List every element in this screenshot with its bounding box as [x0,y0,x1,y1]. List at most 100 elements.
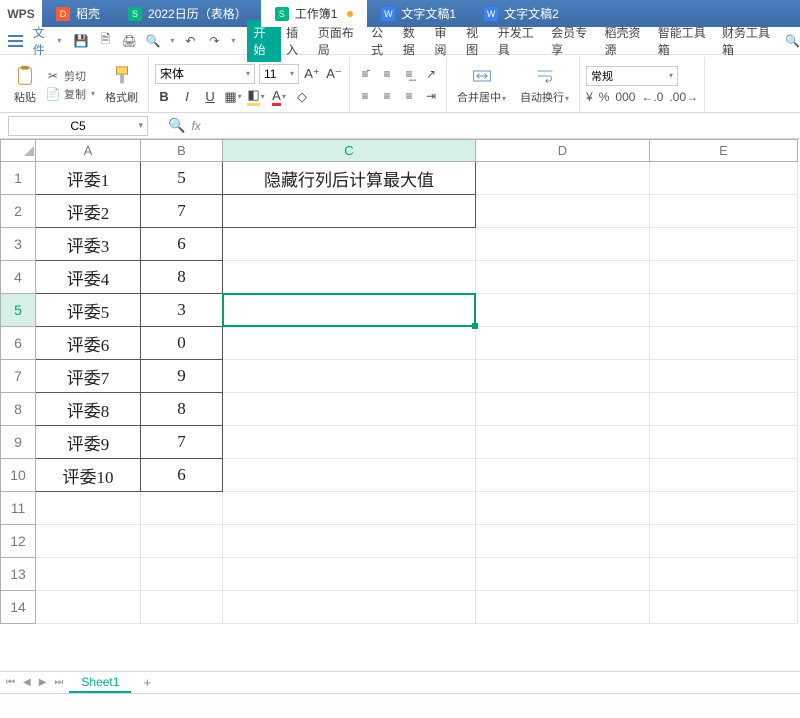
add-sheet-button[interactable]: + [135,675,159,690]
fill-color-button[interactable]: ◧▾ [247,88,265,106]
cell-D7[interactable] [476,360,650,393]
cell-B14[interactable] [141,591,223,624]
cell-D9[interactable] [476,426,650,459]
cell-D5[interactable] [476,294,650,327]
col-header-E[interactable]: E [650,140,798,162]
increase-decimal-button[interactable]: .00→ [669,90,698,104]
fx-search-icon[interactable]: 🔍 [168,117,185,134]
cell-B7[interactable]: 9 [141,360,223,393]
orientation-icon[interactable]: ↗ [422,65,440,83]
window-tab-4[interactable]: W文字文稿2 [470,0,573,27]
cell-A1[interactable]: 评委1 [36,162,141,195]
cell-B1[interactable]: 5 [141,162,223,195]
row-header-12[interactable]: 12 [1,525,36,558]
cell-C4[interactable] [223,261,476,294]
select-all-corner[interactable] [1,140,36,162]
row-header-13[interactable]: 13 [1,558,36,591]
cell-C10[interactable] [223,459,476,492]
cell-A7[interactable]: 评委7 [36,360,141,393]
copy-button[interactable]: 📄复制▾ [46,86,95,102]
cell-D2[interactable] [476,195,650,228]
cell-B9[interactable]: 7 [141,426,223,459]
sheet-nav-first-icon[interactable]: ⏮ [4,677,17,688]
align-left-icon[interactable]: ≡ [356,87,374,105]
col-header-D[interactable]: D [476,140,650,162]
sheet-nav-prev-icon[interactable]: ◀ [21,677,33,688]
cell-D14[interactable] [476,591,650,624]
name-box[interactable]: C5 ▾ [8,116,148,136]
decrease-decimal-button[interactable]: ←.0 [641,90,663,104]
cell-C2[interactable] [223,195,476,228]
sheet-nav-next-icon[interactable]: ▶ [37,677,49,688]
spreadsheet-grid[interactable]: ABCDE1评委15隐藏行列后计算最大值2评委273评委364评委485评委53… [0,139,800,671]
cell-C6[interactable] [223,327,476,360]
cell-B3[interactable]: 6 [141,228,223,261]
cell-A5[interactable]: 评委5 [36,294,141,327]
row-header-10[interactable]: 10 [1,459,36,492]
hamburger-icon[interactable] [8,35,23,47]
cell-A10[interactable]: 评委10 [36,459,141,492]
redo-icon[interactable]: ↷ [206,33,222,49]
cell-C12[interactable] [223,525,476,558]
cell-A4[interactable]: 评委4 [36,261,141,294]
cell-E3[interactable] [650,228,798,261]
percent-button[interactable]: % [599,90,610,104]
font-color-button[interactable]: A▾ [270,88,288,106]
row-header-14[interactable]: 14 [1,591,36,624]
cell-D6[interactable] [476,327,650,360]
cell-D1[interactable] [476,162,650,195]
cell-C8[interactable] [223,393,476,426]
cell-C13[interactable] [223,558,476,591]
align-top-icon[interactable]: ≡̄ [356,65,374,83]
indent-icon[interactable]: ⇥ [422,87,440,105]
cell-B8[interactable]: 8 [141,393,223,426]
increase-font-icon[interactable]: A⁺ [303,65,321,83]
cell-E1[interactable] [650,162,798,195]
cell-D12[interactable] [476,525,650,558]
align-right-icon[interactable]: ≡ [400,87,418,105]
underline-button[interactable]: U [201,88,219,106]
row-header-2[interactable]: 2 [1,195,36,228]
row-header-4[interactable]: 4 [1,261,36,294]
format-painter-button[interactable]: 格式刷 [101,63,142,107]
row-header-9[interactable]: 9 [1,426,36,459]
window-tab-1[interactable]: S2022日历（表格） [114,0,261,27]
currency-button[interactable]: ¥ [586,90,593,104]
ribbon-tab-稻壳资源[interactable]: 稻壳资源 [599,20,652,62]
cell-E12[interactable] [650,525,798,558]
cell-E13[interactable] [650,558,798,591]
cell-A2[interactable]: 评委2 [36,195,141,228]
row-header-3[interactable]: 3 [1,228,36,261]
thousands-button[interactable]: 000 [615,90,635,104]
cell-B13[interactable] [141,558,223,591]
cell-C3[interactable] [223,228,476,261]
redo-dropdown-icon[interactable]: ▾ [231,36,235,45]
cell-B4[interactable]: 8 [141,261,223,294]
cell-D10[interactable] [476,459,650,492]
cell-B5[interactable]: 3 [141,294,223,327]
cell-E8[interactable] [650,393,798,426]
sheet-tab-active[interactable]: Sheet1 [69,673,131,693]
cell-A13[interactable] [36,558,141,591]
cell-E9[interactable] [650,426,798,459]
row-header-7[interactable]: 7 [1,360,36,393]
row-header-11[interactable]: 11 [1,492,36,525]
cell-C1[interactable]: 隐藏行列后计算最大值 [223,162,476,195]
font-name-select[interactable]: 宋体▾ [155,64,255,84]
cell-D3[interactable] [476,228,650,261]
align-bottom-icon[interactable]: ≡̲ [400,65,418,83]
cell-B6[interactable]: 0 [141,327,223,360]
cell-A12[interactable] [36,525,141,558]
cell-E14[interactable] [650,591,798,624]
cell-E4[interactable] [650,261,798,294]
col-header-C[interactable]: C [223,140,476,162]
cell-E11[interactable] [650,492,798,525]
cell-B12[interactable] [141,525,223,558]
ribbon-tab-财务工具箱[interactable]: 财务工具箱 [717,20,781,62]
bold-button[interactable]: B [155,88,173,106]
cut-button[interactable]: ✂剪切 [46,68,95,84]
window-tab-3[interactable]: W文字文稿1 [367,0,470,27]
italic-button[interactable]: I [178,88,196,106]
search-icon[interactable]: 🔍 [785,34,800,48]
cell-D8[interactable] [476,393,650,426]
